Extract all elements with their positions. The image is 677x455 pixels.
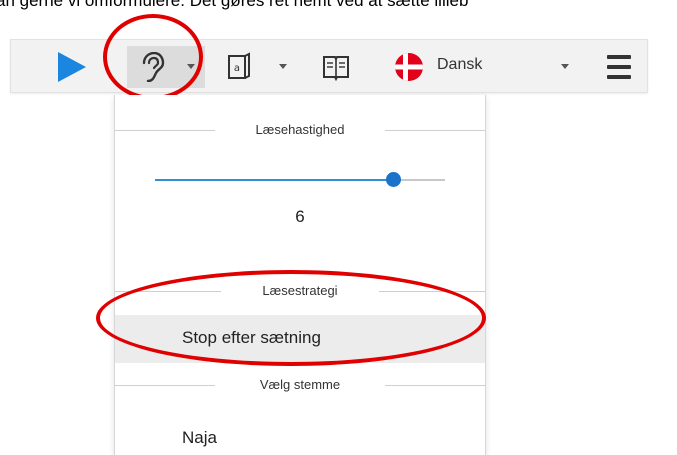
danish-flag-icon — [395, 53, 423, 81]
voice-section-header: Vælg stemme — [115, 375, 485, 395]
svg-text:a: a — [234, 63, 240, 74]
voice-header-label: Vælg stemme — [259, 377, 341, 392]
dictionary-button[interactable] — [321, 52, 351, 82]
page-mode-button[interactable]: a — [227, 52, 297, 82]
strategy-section-header: Læsestrategi — [115, 281, 485, 301]
strategy-option-stop-after-sentence[interactable]: Stop efter sætning — [115, 315, 485, 363]
reader-toolbar: a Dansk — [10, 39, 648, 93]
hamburger-menu-icon — [607, 65, 631, 69]
play-icon — [58, 52, 86, 82]
speed-slider[interactable] — [155, 172, 445, 187]
hamburger-menu-icon — [607, 75, 631, 79]
strategy-header-label: Læsestrategi — [262, 283, 338, 298]
listen-settings-button[interactable] — [117, 46, 207, 88]
voice-option-naja[interactable]: Naja — [115, 415, 485, 455]
main-menu-button[interactable] — [607, 54, 631, 80]
chevron-down-icon — [279, 64, 287, 69]
book-icon — [323, 56, 349, 82]
listen-settings-dropdown: Læsehastighed 6 Læsestrategi Stop efter … — [114, 95, 486, 455]
language-label[interactable]: Dansk — [437, 56, 482, 74]
chevron-down-icon — [187, 64, 195, 69]
speed-section-header: Læsehastighed — [115, 120, 485, 140]
speed-header-label: Læsehastighed — [255, 122, 345, 137]
speed-slider-fill — [155, 179, 393, 181]
language-selector[interactable] — [394, 52, 424, 82]
ear-icon — [142, 52, 165, 82]
speed-value: 6 — [295, 207, 305, 226]
background-document-text: an gerne vi omformulere. Det gøres ret n… — [0, 0, 469, 10]
voice-option-label: Naja — [182, 428, 217, 447]
strategy-option-label: Stop efter sætning — [182, 328, 321, 347]
hamburger-menu-icon — [607, 55, 631, 59]
chevron-down-icon[interactable] — [561, 64, 569, 69]
play-button[interactable] — [55, 52, 89, 82]
page-icon: a — [228, 52, 250, 79]
speed-slider-thumb[interactable] — [385, 172, 401, 187]
